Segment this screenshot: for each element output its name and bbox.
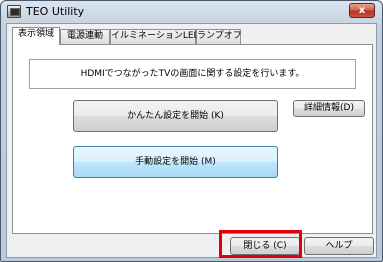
manual-setup-button[interactable]: 手動設定を開始 (M)	[73, 146, 278, 178]
details-button[interactable]: 詳細情報(D)	[293, 100, 365, 117]
tab-power-link[interactable]: 電源連動	[60, 29, 110, 44]
tab-illumination-led[interactable]: イルミネーションLED	[110, 29, 200, 44]
help-button[interactable]: ヘルプ	[304, 237, 374, 255]
title-bar[interactable]: TEO Utility x	[1, 1, 382, 23]
app-icon	[7, 5, 21, 18]
tab-panel-display-area: HDMIでつながったTVの画面に関する設定を行います。 かんたん設定を開始 (K…	[12, 44, 373, 234]
easy-setup-button[interactable]: かんたん設定を開始 (K)	[73, 100, 278, 132]
close-icon: x	[358, 5, 366, 16]
dialog-body: 表示領域 電源連動 イルミネーションLED ランプオフ HDMIでつながったTV…	[6, 23, 377, 258]
app-window: TEO Utility x 表示領域 電源連動 イルミネーションLED ランプオ…	[0, 0, 383, 262]
tab-display-area[interactable]: 表示領域	[12, 27, 60, 45]
window-close-button[interactable]: x	[349, 3, 375, 18]
tab-lamp-off[interactable]: ランプオフ	[196, 29, 242, 44]
close-button-highlight	[219, 230, 302, 258]
window-title: TEO Utility	[26, 5, 85, 18]
description-box: HDMIでつながったTVの画面に関する設定を行います。	[29, 59, 356, 89]
